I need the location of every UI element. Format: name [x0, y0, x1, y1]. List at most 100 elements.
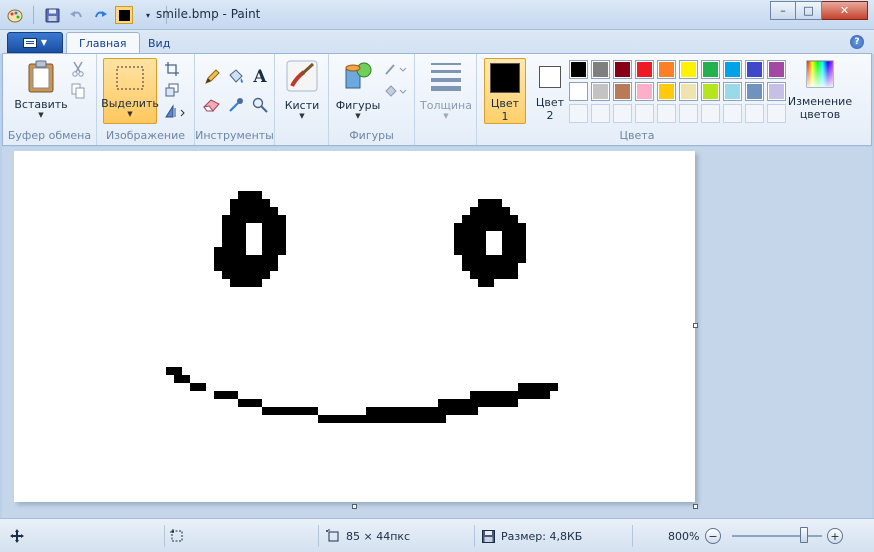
brushes-button[interactable]: Кисти ▼: [281, 60, 323, 120]
status-separator: [632, 525, 633, 547]
palette-color-swatch[interactable]: [569, 60, 588, 79]
color2-number: 2: [546, 109, 554, 122]
palette-color-swatch[interactable]: [635, 60, 654, 79]
workspace[interactable]: [2, 147, 872, 518]
fill-icon[interactable]: [383, 82, 409, 100]
color2-button[interactable]: Цвет 2: [529, 58, 571, 124]
undo-icon[interactable]: [67, 6, 85, 24]
maximize-button[interactable]: □: [796, 1, 822, 20]
palette-color-swatch[interactable]: [591, 82, 610, 101]
palette-color-swatch[interactable]: [613, 82, 632, 101]
paste-dropdown-icon: ▼: [38, 111, 44, 119]
palette-custom-slot[interactable]: [569, 104, 588, 123]
tab-home[interactable]: Главная: [66, 32, 140, 54]
image-size: 85 × 44пкс: [326, 519, 410, 552]
palette-custom-slot[interactable]: [701, 104, 720, 123]
zoom-slider-track[interactable]: [732, 535, 822, 537]
redo-icon[interactable]: [91, 6, 109, 24]
palette-custom-slot[interactable]: [767, 104, 786, 123]
eraser-icon[interactable]: [203, 96, 221, 114]
palette-color-swatch[interactable]: [657, 82, 676, 101]
outline-icon[interactable]: [383, 60, 409, 78]
tab-view[interactable]: Вид: [136, 32, 182, 54]
save-icon[interactable]: [43, 6, 61, 24]
resize-handle-right[interactable]: [693, 323, 698, 328]
zoom-in-button[interactable]: +: [827, 528, 843, 544]
text-tool-icon[interactable]: A: [251, 67, 269, 87]
paint-app-icon[interactable]: [6, 6, 24, 24]
zoom-slider-thumb[interactable]: [800, 527, 808, 543]
clipboard-icon: [28, 60, 54, 93]
swatch-fill: [725, 62, 740, 77]
resize-icon[interactable]: [163, 81, 181, 99]
palette-color-swatch[interactable]: [657, 60, 676, 79]
status-bar: 85 × 44пкс Размер: 4,8КБ 800% − +: [0, 518, 874, 552]
paste-button[interactable]: Вставить ▼: [14, 60, 68, 119]
swatch-fill: [747, 62, 762, 77]
palette-custom-slot[interactable]: [591, 104, 610, 123]
palette-color-swatch[interactable]: [701, 82, 720, 101]
group-label-colors: Цвета: [619, 129, 655, 142]
palette-custom-slot[interactable]: [657, 104, 676, 123]
color-picker-tool-icon[interactable]: [227, 96, 245, 114]
palette-color-swatch[interactable]: [569, 82, 588, 101]
shapes-button[interactable]: Фигуры ▼: [333, 60, 383, 120]
palette-custom-slot[interactable]: [613, 104, 632, 123]
color2-label: Цвет: [535, 96, 565, 109]
swatch-fill: [637, 84, 652, 99]
palette-color-swatch[interactable]: [767, 82, 786, 101]
zoom-out-button[interactable]: −: [705, 528, 721, 544]
thickness-button[interactable]: Толщина ▼: [419, 60, 473, 120]
palette-custom-slot[interactable]: [679, 104, 698, 123]
palette-color-swatch[interactable]: [745, 82, 764, 101]
palette-color-swatch[interactable]: [767, 60, 786, 79]
fill-bucket-icon[interactable]: [227, 68, 245, 86]
swatch-fill: [637, 62, 652, 77]
swatch-fill: [681, 84, 696, 99]
color2-swatch: [539, 66, 561, 88]
disk-icon: [482, 529, 495, 543]
palette-color-swatch[interactable]: [591, 60, 610, 79]
color1-button[interactable]: Цвет 1: [484, 58, 526, 124]
cut-icon[interactable]: [69, 60, 87, 78]
thickness-dropdown-icon: ▼: [443, 112, 449, 120]
palette-custom-slot[interactable]: [723, 104, 742, 123]
palette-color-swatch[interactable]: [613, 60, 632, 79]
status-separator: [164, 525, 165, 547]
rotate-icon[interactable]: [163, 102, 189, 120]
palette-color-swatch[interactable]: [723, 82, 742, 101]
palette-color-swatch[interactable]: [635, 82, 654, 101]
select-dropdown-icon: ▼: [127, 110, 133, 118]
select-button[interactable]: Выделить ▼: [101, 58, 159, 124]
palette-custom-slot[interactable]: [635, 104, 654, 123]
crop-icon[interactable]: [163, 60, 181, 78]
palette-color-swatch[interactable]: [679, 82, 698, 101]
palette-color-swatch[interactable]: [745, 60, 764, 79]
resize-handle-corner[interactable]: [693, 504, 698, 509]
drawing-canvas[interactable]: [14, 151, 695, 502]
help-icon[interactable]: ?: [850, 35, 864, 49]
magnifier-icon[interactable]: [251, 96, 269, 114]
swatch-fill: [659, 84, 674, 99]
color-spectrum-icon: [806, 60, 834, 88]
palette-color-swatch[interactable]: [701, 60, 720, 79]
palette-custom-slot[interactable]: [745, 104, 764, 123]
select-rect-icon: [116, 66, 144, 90]
app-menu-button[interactable]: ▼: [7, 32, 63, 53]
pencil-icon[interactable]: [203, 68, 221, 86]
close-button[interactable]: ✕: [822, 1, 868, 20]
qat-separator: [33, 6, 34, 24]
palette-color-swatch[interactable]: [679, 60, 698, 79]
edit-colors-button[interactable]: Изменение цветов: [787, 60, 853, 121]
group-clipboard: Вставить ▼ Буфер обмена: [3, 54, 97, 145]
color-picker-icon[interactable]: [115, 6, 133, 24]
minimize-button[interactable]: –: [770, 1, 796, 20]
customize-dropdown-icon[interactable]: ▾: [139, 6, 157, 24]
edit-colors-label-line2: цветов: [799, 108, 841, 121]
palette-color-swatch[interactable]: [723, 60, 742, 79]
copy-icon[interactable]: [69, 82, 87, 100]
group-shapes: Фигуры ▼ Фигуры: [329, 54, 415, 145]
resize-handle-bottom[interactable]: [352, 504, 357, 509]
document-icon: [22, 37, 37, 48]
swatch-fill: [747, 84, 762, 99]
